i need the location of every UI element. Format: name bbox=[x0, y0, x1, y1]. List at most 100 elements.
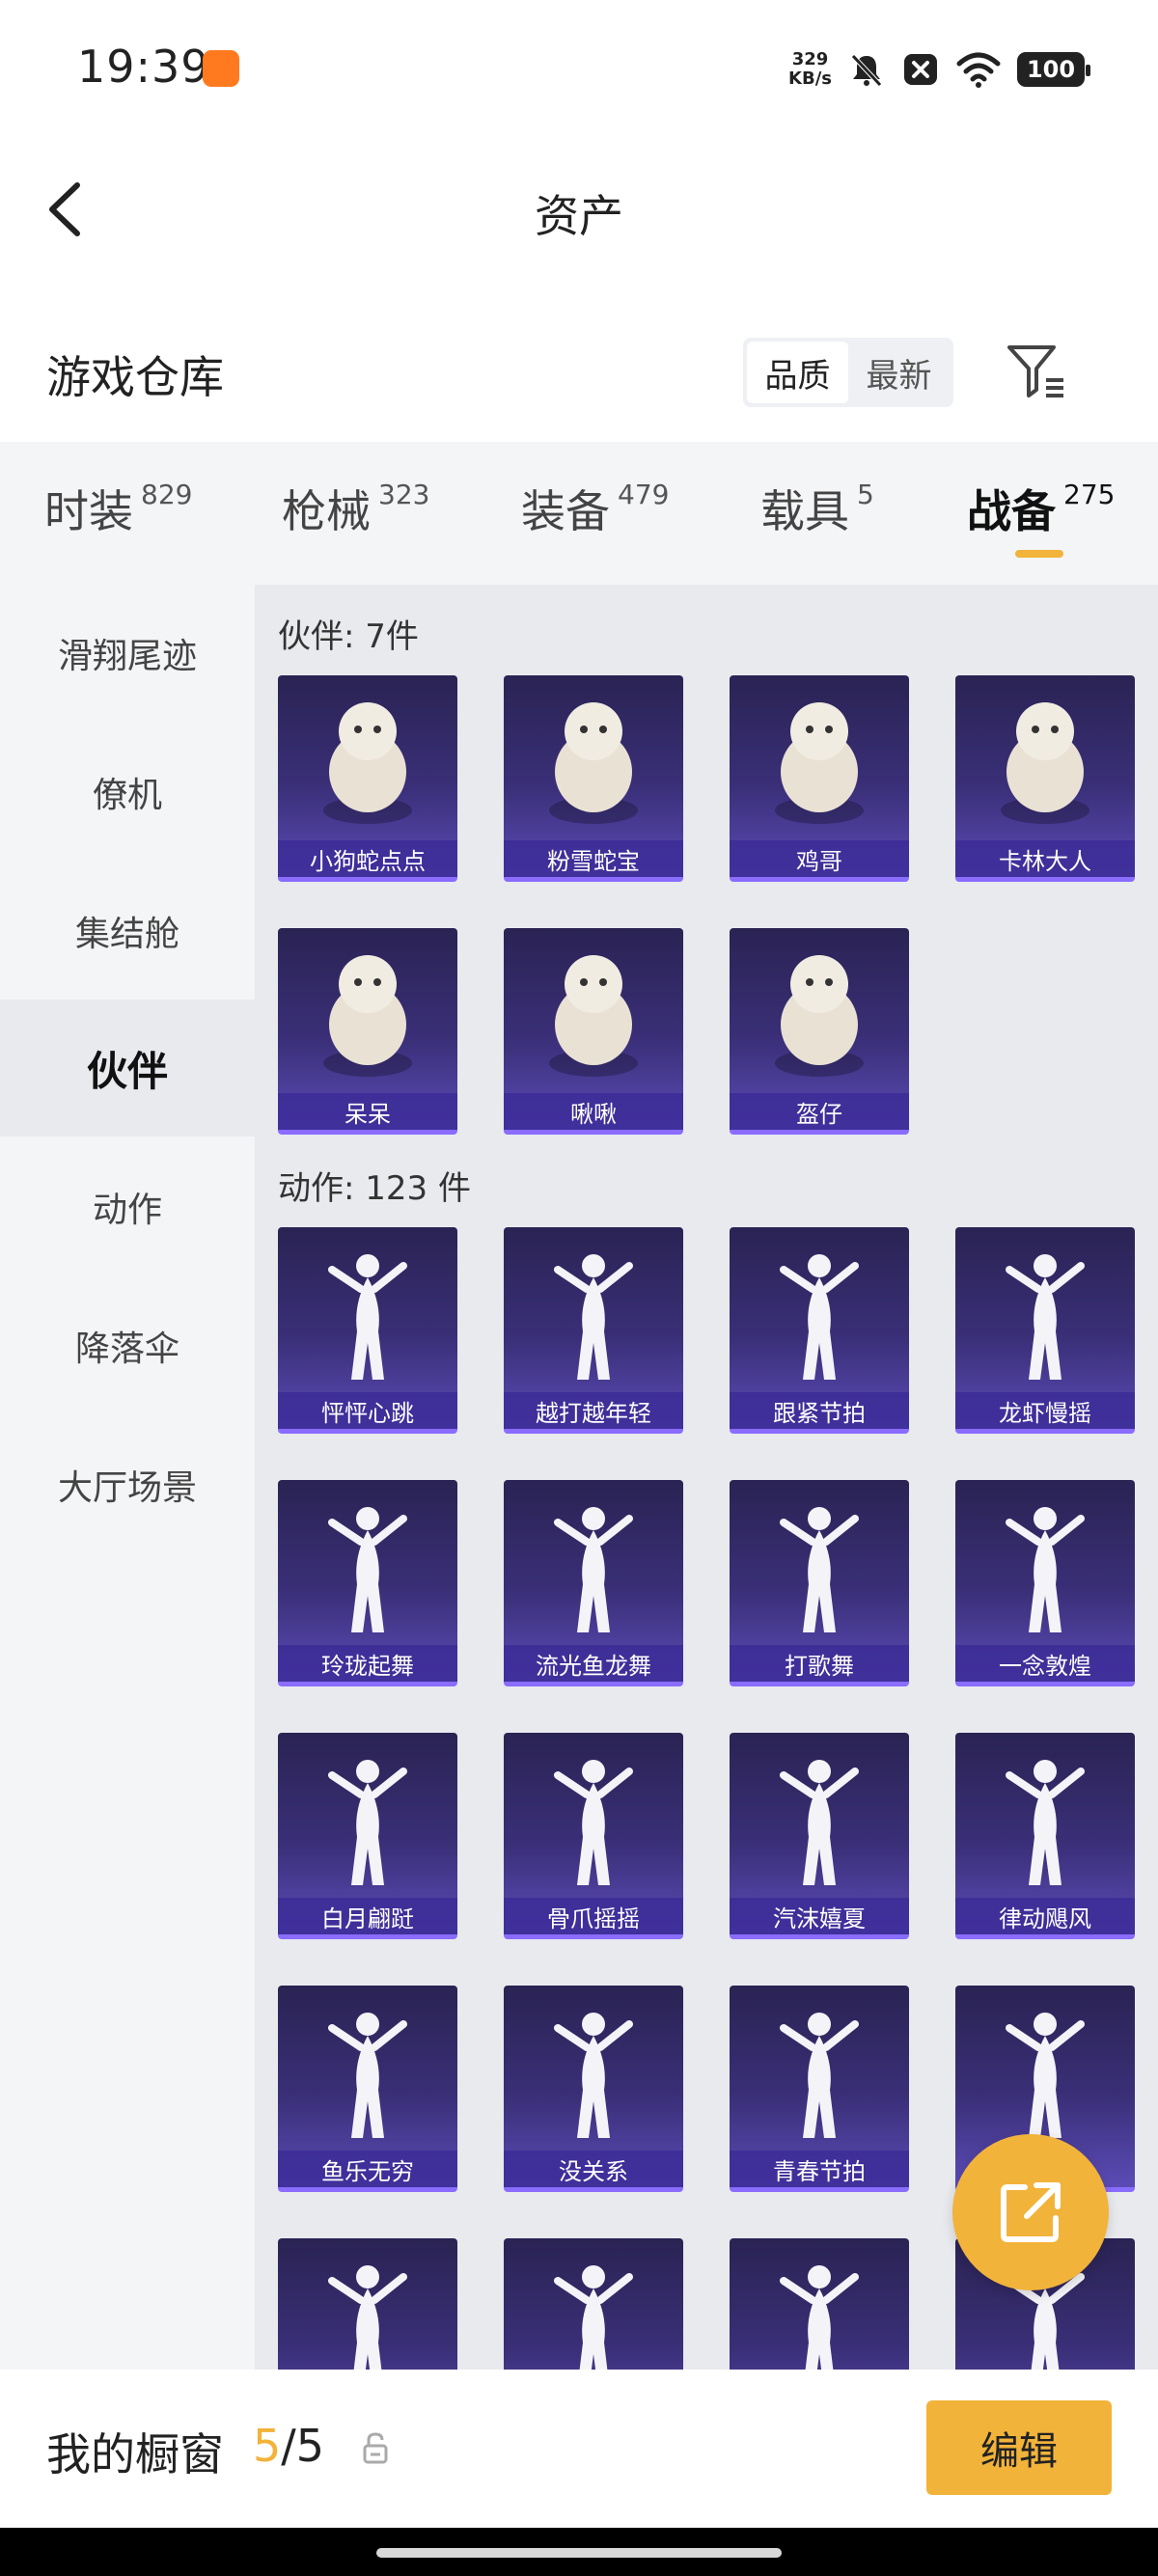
system-nav-bar bbox=[0, 2528, 1158, 2576]
emote-silhouette-image bbox=[554, 1760, 633, 1885]
tab-count: 479 bbox=[618, 479, 670, 510]
showcase-bar: 我的橱窗 5/5 编辑 bbox=[0, 2370, 1158, 2528]
tab-label: 枪械 bbox=[282, 485, 371, 537]
category-tabs: 时装 829 枪械 323 装备 479 载具 5 战备 275 bbox=[0, 442, 1158, 585]
emote-item-card[interactable]: 怦怦心跳 bbox=[278, 1227, 457, 1434]
emote-item-card[interactable]: 一念敦煌 bbox=[955, 1480, 1135, 1686]
emote-silhouette-image bbox=[554, 2265, 633, 2370]
emote-item-card[interactable]: 越打越年轻 bbox=[504, 1227, 683, 1434]
tab-fashion[interactable]: 时装 829 bbox=[44, 477, 192, 540]
emote-item-card[interactable]: 流光鱼龙舞 bbox=[504, 1480, 683, 1686]
item-name-label: 粉雪蛇宝 bbox=[504, 840, 683, 877]
network-speed-unit: KB/s bbox=[788, 69, 832, 89]
emote-item-card[interactable] bbox=[504, 2238, 683, 2370]
emote-silhouette-image bbox=[328, 1507, 407, 1632]
emote-item-card[interactable]: 青春节拍 bbox=[730, 1986, 909, 2192]
sidebar-item-glide-trail[interactable]: 滑翔尾迹 bbox=[0, 585, 255, 722]
item-name-label: 龙虾慢摇 bbox=[955, 1392, 1135, 1429]
status-bar: 19:39 329 KB/s 100 bbox=[0, 0, 1158, 135]
sidebar-item-partner[interactable]: 伙伴 bbox=[0, 1000, 255, 1137]
emote-item-card[interactable]: 鱼乐无穷 bbox=[278, 1986, 457, 2192]
emote-silhouette-image bbox=[328, 1254, 407, 1380]
item-name-label: 青春节拍 bbox=[730, 2151, 909, 2187]
emote-item-card[interactable] bbox=[278, 2238, 457, 2370]
share-external-icon bbox=[1001, 2182, 1061, 2242]
tab-equipment[interactable]: 装备 479 bbox=[521, 477, 669, 540]
filter-icon[interactable] bbox=[1004, 340, 1067, 403]
page-title: 资产 bbox=[535, 190, 623, 242]
item-name-label: 小狗蛇点点 bbox=[278, 840, 457, 877]
emote-item-card[interactable]: 打歌舞 bbox=[730, 1480, 909, 1686]
emote-item-card[interactable]: 骨爪摇摇 bbox=[504, 1733, 683, 1939]
item-name-label: 鱼乐无穷 bbox=[278, 2151, 457, 2187]
tab-label: 装备 bbox=[521, 485, 610, 537]
emote-item-card[interactable] bbox=[730, 2238, 909, 2370]
emote-silhouette-image bbox=[328, 1760, 407, 1885]
sidebar-item-emote[interactable]: 动作 bbox=[0, 1138, 255, 1275]
partner-item-card[interactable]: 啾啾 bbox=[504, 928, 683, 1135]
tab-count: 323 bbox=[378, 479, 430, 510]
tab-count: 829 bbox=[141, 479, 193, 510]
sidebar-item-assembly-pod[interactable]: 集结舱 bbox=[0, 863, 255, 1000]
app-notification-icon bbox=[203, 50, 239, 87]
partner-item-card[interactable]: 盔仔 bbox=[730, 928, 909, 1135]
emote-item-card[interactable]: 玲珑起舞 bbox=[278, 1480, 457, 1686]
item-name-label: 越打越年轻 bbox=[504, 1392, 683, 1429]
item-name-label: 怦怦心跳 bbox=[278, 1392, 457, 1429]
partner-item-card[interactable]: 粉雪蛇宝 bbox=[504, 675, 683, 882]
status-icons: 329 KB/s 100 bbox=[788, 42, 1090, 96]
tab-label: 战备 bbox=[967, 485, 1056, 537]
partner-figure-image bbox=[323, 955, 412, 1077]
emote-item-card[interactable]: 白月翩跹 bbox=[278, 1733, 457, 1939]
emote-item-card[interactable]: 没关系 bbox=[504, 1986, 683, 2192]
tab-count: 5 bbox=[857, 479, 874, 510]
emote-silhouette-image bbox=[328, 2265, 407, 2370]
emote-item-card[interactable]: 汽沫嬉夏 bbox=[730, 1733, 909, 1939]
page-header: 资产 bbox=[0, 154, 1158, 260]
network-speed-value: 329 bbox=[791, 49, 829, 69]
lock-icon bbox=[363, 2432, 388, 2464]
emote-silhouette-image bbox=[780, 1254, 859, 1380]
sort-quality-option[interactable]: 品质 bbox=[747, 342, 848, 403]
partner-item-card[interactable]: 呆呆 bbox=[278, 928, 457, 1135]
edit-button[interactable]: 编辑 bbox=[926, 2400, 1112, 2495]
partner-figure-image bbox=[323, 702, 412, 824]
sidebar-item-parachute[interactable]: 降落伞 bbox=[0, 1277, 255, 1414]
emote-item-card[interactable]: 跟紧节拍 bbox=[730, 1227, 909, 1434]
item-name-label: 没关系 bbox=[504, 2151, 683, 2187]
share-button[interactable] bbox=[952, 2134, 1109, 2290]
emote-silhouette-image bbox=[780, 2265, 859, 2370]
sort-newest-option[interactable]: 最新 bbox=[848, 342, 950, 403]
battery-level: 100 bbox=[1026, 56, 1076, 83]
home-indicator[interactable] bbox=[376, 2548, 782, 2558]
section-title-partner: 伙伴: 7件 bbox=[278, 617, 419, 656]
partner-item-card[interactable]: 卡林大人 bbox=[955, 675, 1135, 882]
tab-count: 275 bbox=[1063, 479, 1116, 510]
active-tab-indicator bbox=[1015, 550, 1063, 558]
emote-item-card[interactable]: 龙虾慢摇 bbox=[955, 1227, 1135, 1434]
sidebar-item-lobby-scene[interactable]: 大厅场景 bbox=[0, 1416, 255, 1553]
partner-figure-image bbox=[1001, 702, 1089, 824]
sort-toggle: 品质 最新 bbox=[743, 338, 953, 407]
partner-item-card[interactable]: 鸡哥 bbox=[730, 675, 909, 882]
item-name-label: 律动飓风 bbox=[955, 1898, 1135, 1934]
partner-figure-image bbox=[549, 955, 638, 1077]
tab-combat-prep[interactable]: 战备 275 bbox=[967, 477, 1115, 540]
emote-silhouette-image bbox=[554, 1254, 633, 1380]
section-title-emote: 动作: 123 件 bbox=[278, 1169, 471, 1208]
wifi-icon bbox=[956, 52, 1001, 88]
emote-item-card[interactable]: 律动飓风 bbox=[955, 1733, 1135, 1939]
item-name-label: 白月翩跹 bbox=[278, 1898, 457, 1934]
item-name-label: 啾啾 bbox=[504, 1093, 683, 1130]
emote-silhouette-image bbox=[1006, 2013, 1085, 2138]
tab-firearms[interactable]: 枪械 323 bbox=[282, 477, 429, 540]
tab-label: 时装 bbox=[44, 485, 133, 537]
tab-vehicles[interactable]: 载具 5 bbox=[760, 477, 874, 540]
sidebar-item-wingman[interactable]: 僚机 bbox=[0, 724, 255, 861]
status-time: 19:39 bbox=[77, 41, 210, 93]
emote-silhouette-image bbox=[780, 2013, 859, 2138]
item-name-label: 一念敦煌 bbox=[955, 1645, 1135, 1682]
item-name-label: 跟紧节拍 bbox=[730, 1392, 909, 1429]
emote-silhouette-image bbox=[780, 1760, 859, 1885]
partner-item-card[interactable]: 小狗蛇点点 bbox=[278, 675, 457, 882]
